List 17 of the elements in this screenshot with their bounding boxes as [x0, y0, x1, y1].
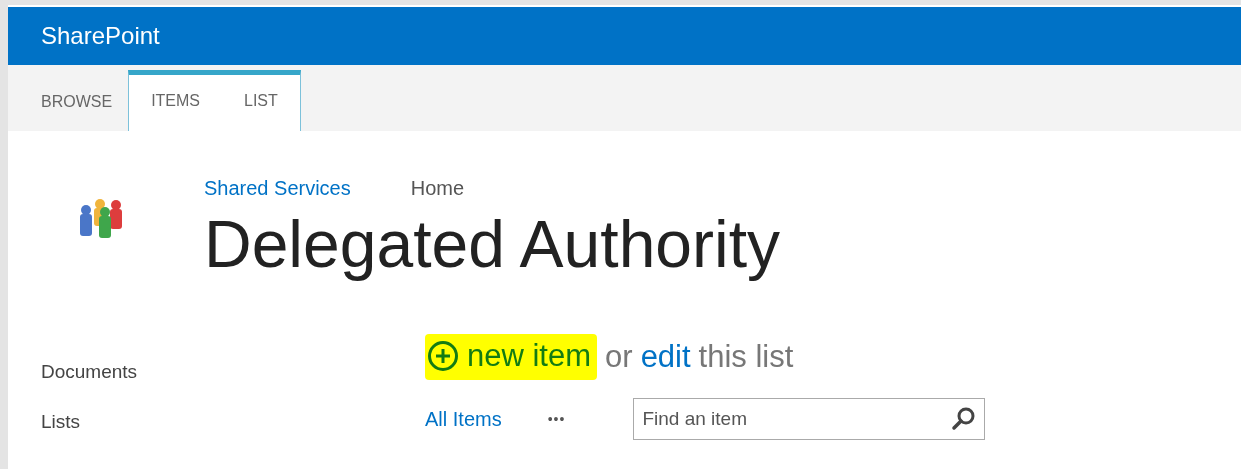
- search-field[interactable]: Find an item: [633, 398, 986, 440]
- add-icon: [427, 340, 459, 372]
- new-item-link[interactable]: new item: [425, 334, 598, 380]
- ribbon-tab[interactable]: ITEMS: [129, 75, 222, 127]
- breadcrumb-current[interactable]: Home: [410, 177, 465, 200]
- or-text: or: [605, 339, 633, 375]
- page-title: Delegated Authority: [204, 206, 782, 282]
- edit-link[interactable]: edit: [640, 339, 691, 375]
- list-text: this list: [698, 339, 794, 375]
- breadcrumb-link[interactable]: Shared Services: [204, 177, 351, 200]
- brand-name[interactable]: SharePoint: [41, 22, 160, 50]
- nav-link[interactable]: Lists: [41, 411, 204, 433]
- ribbon-tab[interactable]: LIST: [222, 75, 300, 127]
- view-link[interactable]: All Items: [425, 407, 502, 431]
- ribbon-tab[interactable]: BROWSE: [25, 73, 129, 131]
- more-button[interactable]: •••: [541, 410, 572, 428]
- nav-link[interactable]: Documents: [41, 361, 204, 383]
